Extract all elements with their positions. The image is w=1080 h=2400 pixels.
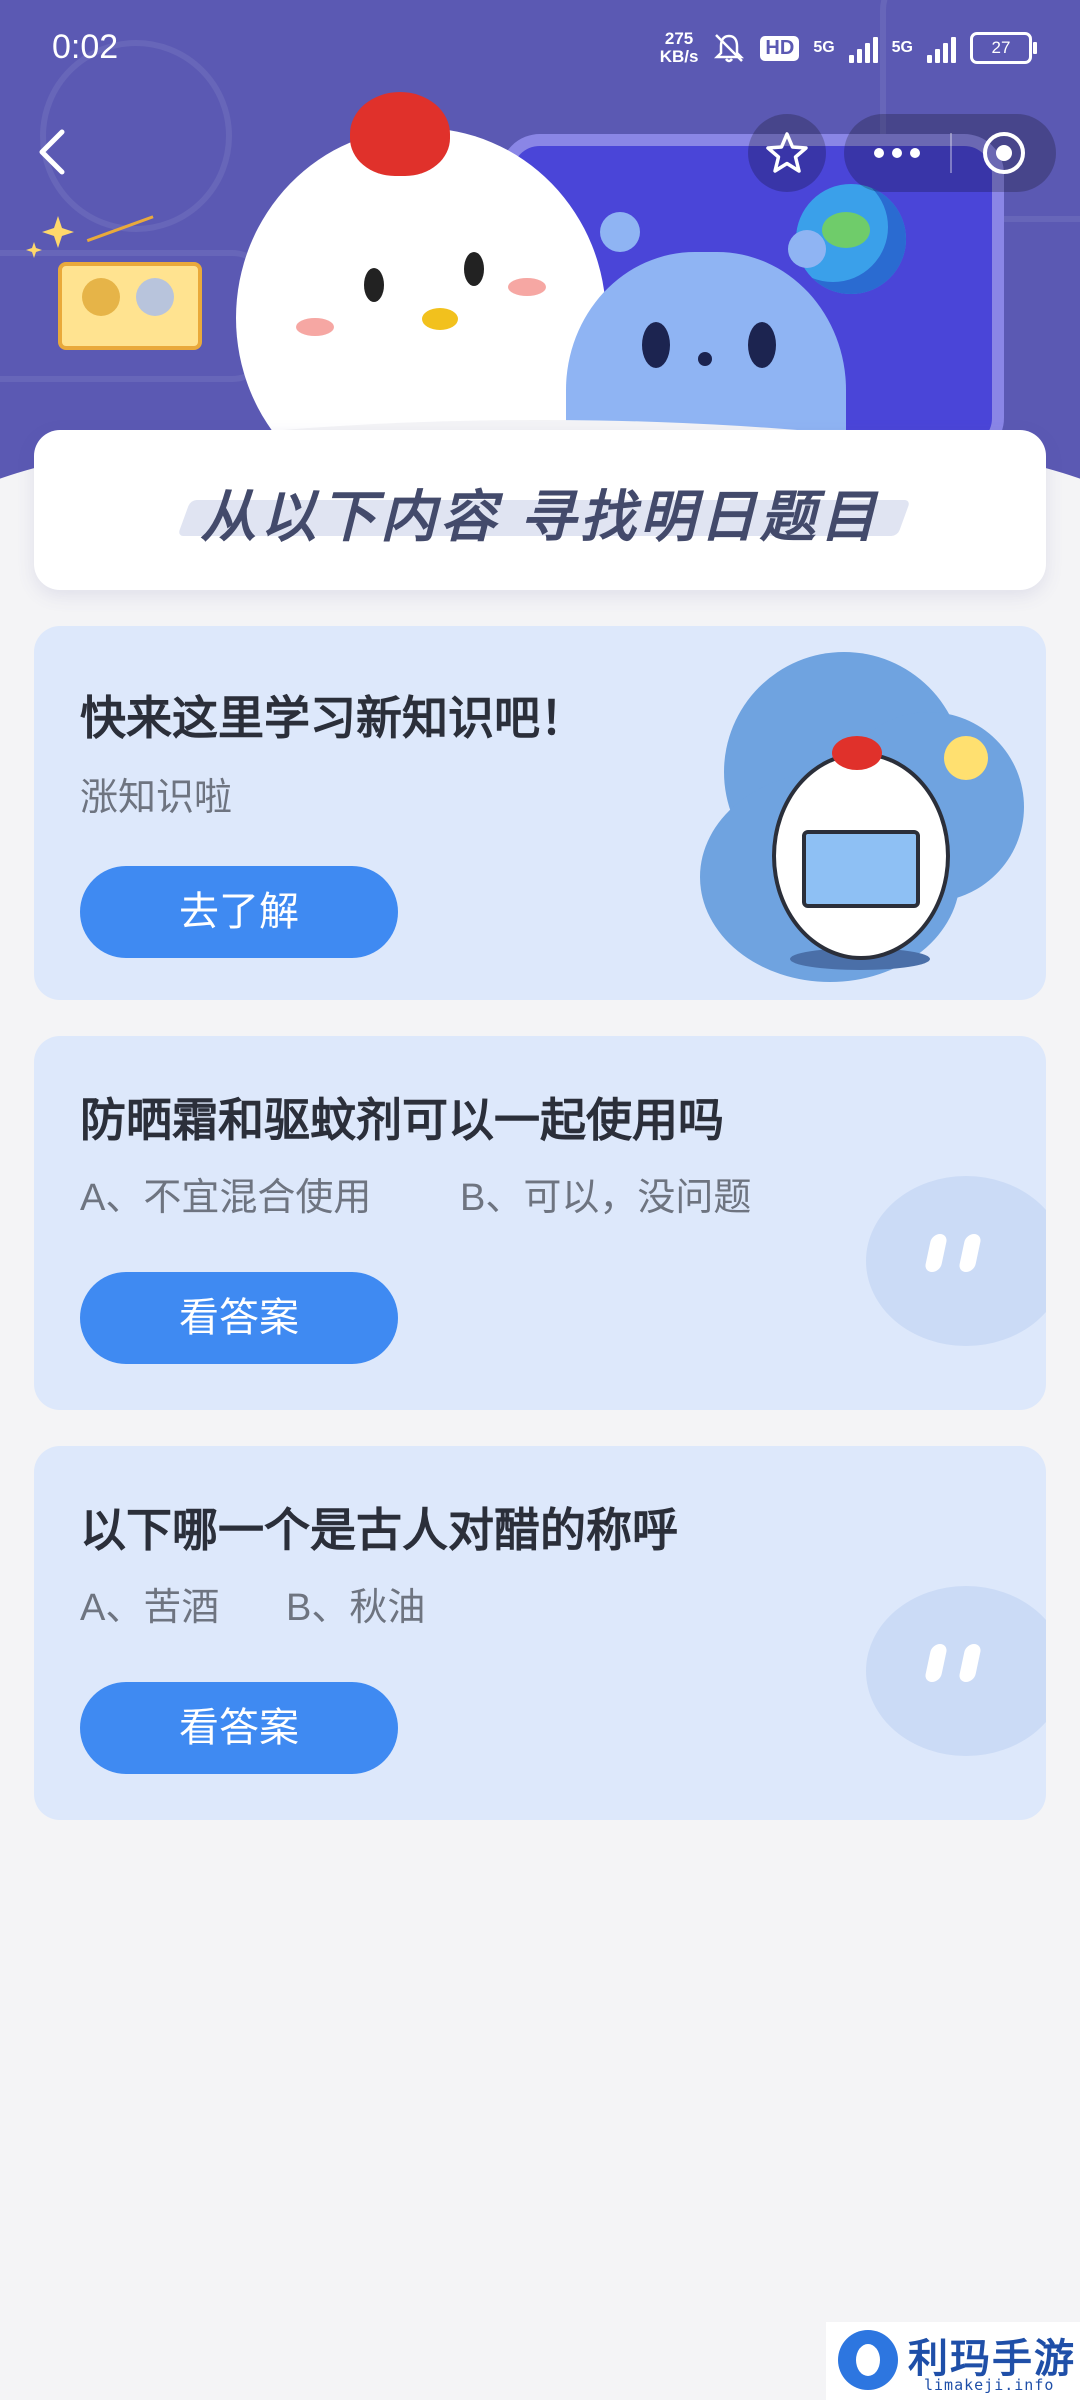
- more-dots-icon: [910, 148, 920, 158]
- question-option-a: A、不宜混合使用: [80, 1177, 372, 1219]
- sparkle-icon: [26, 216, 74, 258]
- lightbulb-icon: [944, 736, 988, 780]
- medal-board-icon: [58, 262, 202, 350]
- chicken-beak: [422, 308, 458, 330]
- alien-antenna: [788, 230, 826, 268]
- close-button[interactable]: [952, 114, 1056, 192]
- star-icon: [766, 132, 808, 173]
- alien-eye: [642, 322, 670, 368]
- back-button[interactable]: [30, 122, 80, 182]
- view-answer-button[interactable]: 看答案: [80, 1272, 398, 1364]
- battery-icon: 27: [970, 32, 1037, 64]
- status-bar: 0:02 275 KB/s HD 5G 5G 27: [0, 0, 1080, 100]
- chevron-left-icon: [39, 129, 65, 175]
- gold-medal-icon: [82, 278, 120, 316]
- watermark-logo-icon: [838, 2330, 898, 2390]
- site-watermark: 利玛手游 limakeji.info: [826, 2322, 1080, 2400]
- question-option-b: B、可以，没问题: [460, 1177, 752, 1219]
- alien-nose: [698, 352, 712, 366]
- battery-level: 27: [991, 38, 1011, 57]
- learn-more-button[interactable]: 去了解: [80, 866, 398, 958]
- alien-antenna: [600, 212, 640, 252]
- question-title: 以下哪一个是古人对醋的称呼: [80, 1504, 678, 1556]
- chicken-comb: [832, 736, 882, 770]
- status-icons: 275 KB/s HD 5G 5G 27: [660, 30, 1037, 66]
- learn-card: 快来这里学习新知识吧！ 涨知识啦 去了解: [34, 626, 1046, 1000]
- favorite-button[interactable]: [748, 114, 826, 192]
- more-button[interactable]: [844, 114, 950, 192]
- question-card: 防晒霜和驱蚊剂可以一起使用吗 A、不宜混合使用 B、可以，没问题 看答案: [34, 1036, 1046, 1410]
- chicken-cheek: [508, 278, 546, 296]
- target-circle-icon: [983, 132, 1025, 174]
- quote-bubble-icon: [866, 1586, 1046, 1776]
- more-dots-icon: [874, 148, 884, 158]
- chicken-eye: [364, 268, 384, 302]
- chicken-eye: [464, 252, 484, 286]
- question-title: 防晒霜和驱蚊剂可以一起使用吗: [80, 1094, 724, 1146]
- watermark-subtitle: limakeji.info: [924, 2376, 1055, 2394]
- question-card: 以下哪一个是古人对醋的称呼 A、苦酒 B、秋油 看答案: [34, 1446, 1046, 1820]
- book-icon: [802, 830, 920, 908]
- chicken-comb: [350, 92, 450, 176]
- banner-title: 从以下内容 寻找明日题目: [200, 485, 880, 548]
- network-speed-value: 275: [664, 29, 694, 48]
- question-option-a: A、苦酒: [80, 1587, 220, 1629]
- question-option-b: B、秋油: [286, 1587, 426, 1629]
- network-speed-unit: KB/s: [659, 47, 699, 66]
- silver-medal-icon: [136, 278, 174, 316]
- signal-icon: [848, 33, 878, 63]
- learn-card-subtitle: 涨知识啦: [80, 777, 233, 819]
- mute-icon: [714, 34, 745, 63]
- more-dots-icon: [892, 148, 902, 158]
- studying-chicken-illustration: [694, 652, 1024, 992]
- status-time: 0:02: [52, 28, 119, 66]
- mini-program-capsule: [844, 114, 1056, 192]
- hd-badge: HD: [760, 35, 800, 61]
- view-answer-button[interactable]: 看答案: [80, 1682, 398, 1774]
- chicken-cheek: [296, 318, 334, 336]
- learn-card-title: 快来这里学习新知识吧！: [80, 692, 586, 744]
- network-label: 5G: [891, 39, 913, 56]
- network-speed: 275 KB/s: [660, 30, 699, 66]
- banner-title-card: 从以下内容 寻找明日题目: [34, 430, 1046, 590]
- quote-bubble-icon: [866, 1176, 1046, 1366]
- signal-icon: [927, 33, 956, 63]
- alien-eye: [748, 322, 776, 368]
- network-label: 5G: [813, 39, 835, 56]
